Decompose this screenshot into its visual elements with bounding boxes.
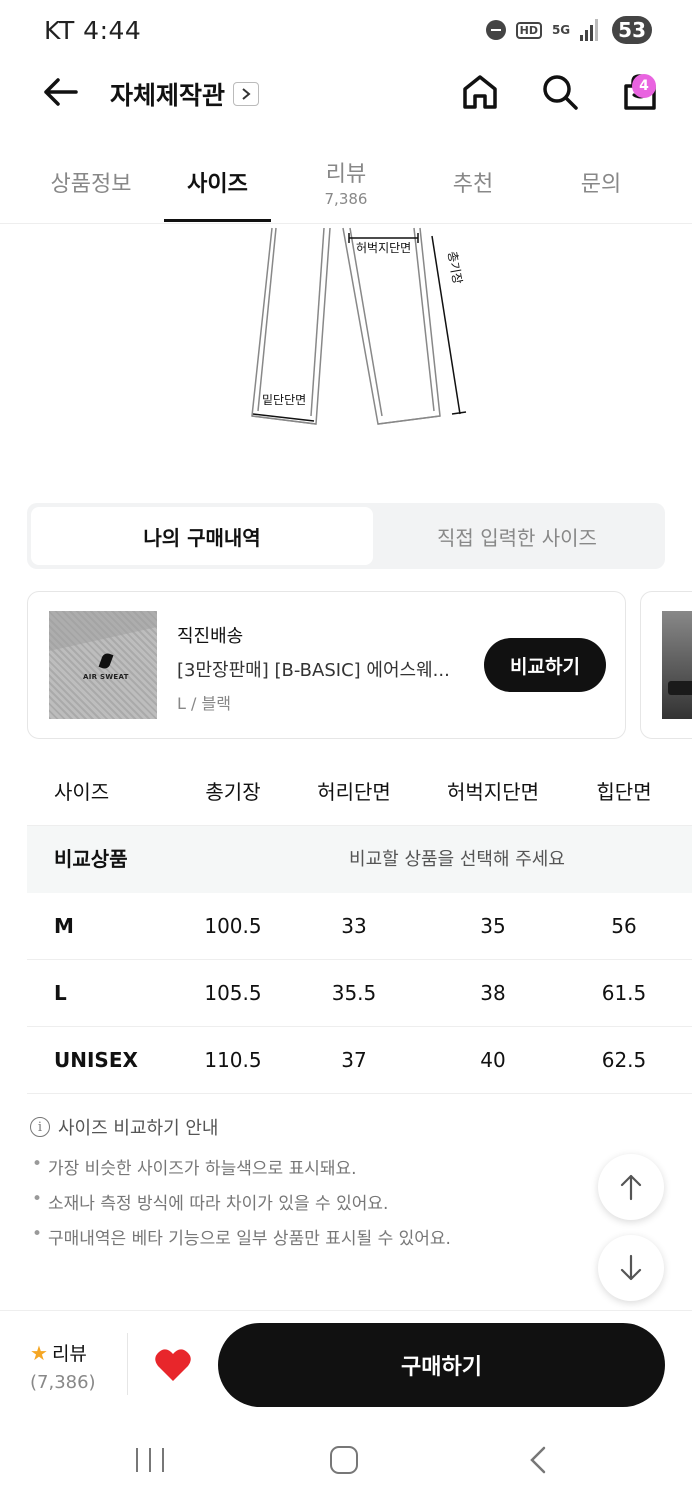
header-hip: 힙단면 — [596, 780, 652, 804]
store-title: 자체제작관 — [110, 81, 226, 110]
top-header: 자체제작관 4 — [0, 62, 692, 122]
hd-icon: HD — [515, 21, 542, 39]
size-source-toggle: 나의 구매내역 직접 입력한 사이즈 — [27, 503, 665, 569]
network-5g-icon: 5G — [551, 23, 571, 37]
compare-row: 비교상품 비교할 상품을 선택해 주세요 — [27, 826, 692, 893]
cart-count-badge: 4 — [632, 74, 656, 98]
table-row: L 105.5 35.5 38 61.5 — [27, 960, 692, 1027]
nav-back-icon[interactable] — [526, 1446, 550, 1474]
manual-size-option[interactable]: 직접 입력한 사이즈 — [373, 507, 661, 565]
header-length: 총기장 — [205, 780, 261, 804]
row-hip: 62.5 — [601, 1048, 647, 1072]
search-icon[interactable] — [540, 72, 580, 112]
home-icon[interactable] — [460, 72, 500, 112]
home-button-icon[interactable] — [330, 1446, 358, 1474]
product-info: 직진배송 [3만장판매] [B-BASIC] 에어스웨... L / 블랙 — [177, 622, 477, 714]
scroll-up-button[interactable] — [598, 1154, 664, 1220]
signal-icon — [580, 19, 602, 41]
row-length: 110.5 — [204, 1048, 262, 1072]
row-length: 100.5 — [204, 914, 262, 938]
next-product-card[interactable] — [640, 591, 692, 739]
tab-product-info[interactable]: 상품정보 — [40, 140, 142, 224]
list-item: 구매내역은 베타 기능으로 일부 상품만 표시될 수 있어요. — [30, 1224, 590, 1249]
product-brand: 직진배송 — [177, 626, 244, 647]
battery-icon: 53 — [612, 16, 652, 44]
thigh-label: 허벅지단면 — [356, 241, 411, 255]
status-icons: HD 5G 53 — [485, 16, 652, 44]
tab-bar: 상품정보 사이즈 리뷰 7,386 추천 문의 — [0, 140, 692, 224]
arrow-up-icon — [620, 1174, 642, 1201]
list-item: 가장 비슷한 사이즈가 하늘색으로 표시돼요. — [30, 1154, 590, 1179]
size-guide-illustration: 허벅지단면 밑단단면 총기장 — [251, 227, 467, 425]
info-icon: i — [30, 1117, 50, 1137]
product-option: L / 블랙 — [177, 694, 231, 713]
row-length: 105.5 — [204, 981, 262, 1005]
star-icon: ★ — [30, 1340, 48, 1365]
system-nav-bar — [0, 1420, 692, 1500]
table-row: M 100.5 33 35 56 — [27, 893, 692, 960]
purchased-product-card[interactable]: AIR SWEAT 직진배송 [3만장판매] [B-BASIC] 에어스웨...… — [27, 591, 626, 739]
cart-button[interactable]: 4 — [620, 72, 680, 112]
tab-label: 사이즈 — [187, 172, 248, 197]
tab-recommend[interactable]: 추천 — [430, 140, 516, 224]
hem-label: 밑단단면 — [262, 393, 306, 407]
heart-icon[interactable] — [154, 1347, 192, 1383]
length-label: 총기장 — [445, 250, 465, 285]
row-waist: 37 — [341, 1048, 367, 1072]
table-header-row: 사이즈 총기장 허리단면 허벅지단면 힙단면 — [27, 759, 692, 826]
purchase-history-option[interactable]: 나의 구매내역 — [31, 507, 373, 565]
tab-review-count: 7,386 — [324, 190, 368, 208]
row-size: L — [54, 981, 67, 1005]
tab-label: 상품정보 — [50, 172, 132, 197]
review-summary[interactable]: ★ 리뷰 (7,386) — [30, 1339, 96, 1394]
guide-title: 사이즈 비교하기 안내 — [58, 1118, 219, 1139]
tab-size[interactable]: 사이즈 — [164, 140, 271, 224]
review-count: (7,386) — [30, 1372, 96, 1393]
product-thumbnail — [662, 611, 692, 719]
row-thigh: 40 — [480, 1048, 506, 1072]
row-waist: 33 — [341, 914, 367, 938]
row-size: UNISEX — [54, 1048, 138, 1072]
row-thigh: 35 — [480, 914, 506, 938]
review-label: 리뷰 — [51, 1343, 87, 1365]
tab-review[interactable]: 리뷰 7,386 — [300, 140, 392, 224]
chevron-right-icon — [233, 82, 260, 106]
compare-row-message: 비교할 상품을 선택해 주세요 — [349, 849, 565, 870]
buy-button[interactable]: 구매하기 — [218, 1323, 665, 1407]
table-row: UNISEX 110.5 37 40 62.5 — [27, 1027, 692, 1094]
row-thigh: 38 — [480, 981, 506, 1005]
row-hip: 56 — [611, 914, 637, 938]
tab-inquiry[interactable]: 문의 — [560, 140, 642, 224]
do-not-disturb-icon — [485, 20, 506, 40]
recent-apps-icon[interactable] — [136, 1448, 164, 1472]
header-size: 사이즈 — [54, 780, 110, 804]
product-name: [3만장판매] [B-BASIC] 에어스웨... — [177, 660, 450, 681]
row-waist: 35.5 — [331, 981, 377, 1005]
thumbnail-text: AIR SWEAT — [83, 673, 129, 681]
purchase-bar: ★ 리뷰 (7,386) 구매하기 — [0, 1310, 692, 1420]
guide-list: 가장 비슷한 사이즈가 하늘색으로 표시돼요. 소재나 측정 방식에 따라 차이… — [30, 1154, 590, 1249]
row-size: M — [54, 914, 74, 938]
active-tab-indicator — [164, 219, 271, 222]
store-title-link[interactable]: 자체제작관 — [110, 76, 260, 112]
arrow-down-icon — [620, 1254, 642, 1281]
guide-title-row: i 사이즈 비교하기 안내 — [30, 1114, 590, 1140]
header-waist: 허리단면 — [317, 780, 391, 804]
tab-label: 추천 — [452, 172, 494, 197]
compare-row-label: 비교상품 — [54, 847, 128, 871]
row-hip: 61.5 — [601, 981, 647, 1005]
product-thumbnail: AIR SWEAT — [49, 611, 157, 719]
back-arrow-icon[interactable] — [42, 76, 78, 108]
status-bar: KT 4:44 HD 5G 53 — [0, 0, 692, 62]
size-compare-guide: i 사이즈 비교하기 안내 가장 비슷한 사이즈가 하늘색으로 표시돼요. 소재… — [30, 1114, 590, 1259]
scroll-down-button[interactable] — [598, 1235, 664, 1301]
header-thigh: 허벅지단면 — [447, 780, 539, 804]
list-item: 소재나 측정 방식에 따라 차이가 있을 수 있어요. — [30, 1189, 590, 1214]
compare-button[interactable]: 비교하기 — [484, 638, 606, 692]
tab-label: 리뷰 — [325, 162, 367, 187]
carrier-time: KT 4:44 — [44, 16, 142, 45]
tab-label: 문의 — [580, 172, 622, 197]
divider — [127, 1333, 128, 1395]
